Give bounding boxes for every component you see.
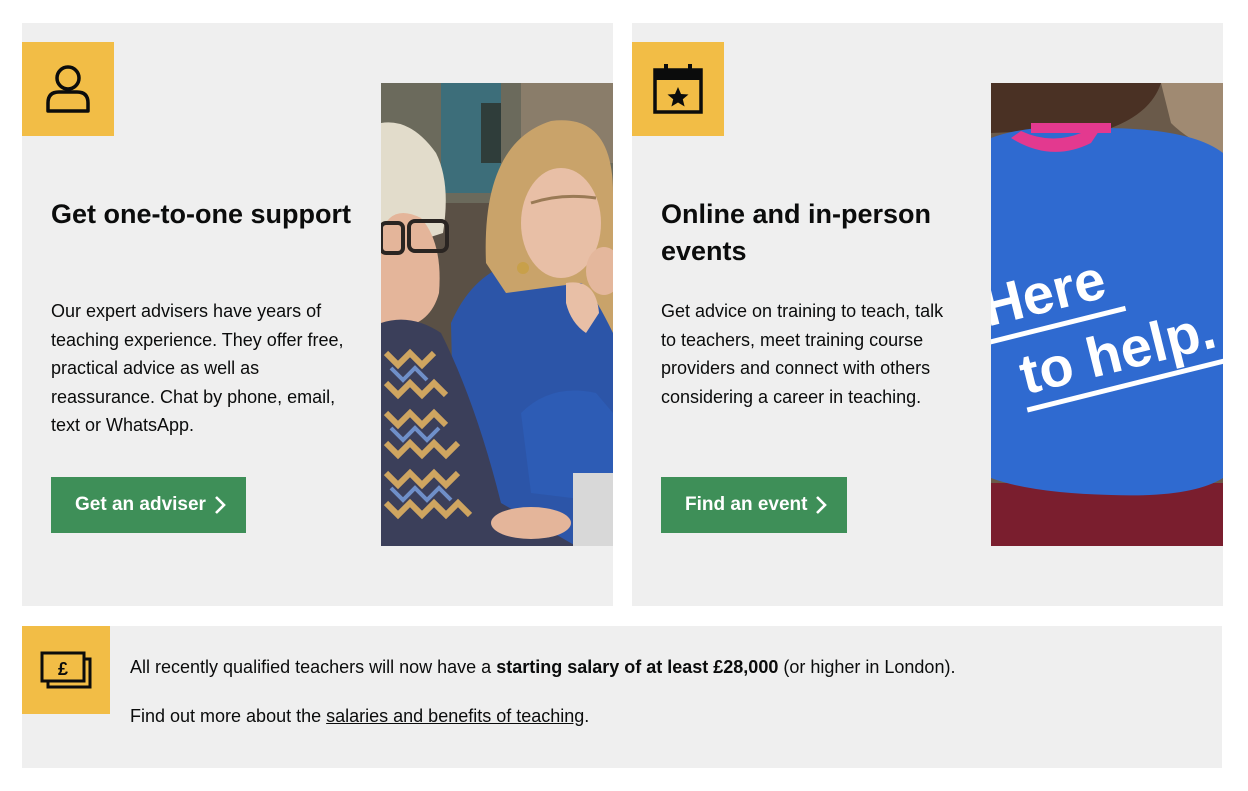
- pound-icon-tile: £: [22, 626, 110, 714]
- find-an-event-button[interactable]: Find an event: [661, 477, 848, 533]
- find-an-event-label: Find an event: [685, 494, 808, 515]
- get-an-adviser-label: Get an adviser: [75, 494, 206, 515]
- events-card: Online and in-person events Get advice o…: [632, 23, 1223, 606]
- chevron-right-icon: [815, 495, 828, 515]
- person-icon: [46, 65, 90, 113]
- salary-text-bold: starting salary of at least £28,000: [496, 657, 779, 677]
- advisers-photo: [381, 83, 613, 546]
- adviser-card-body: Our expert advisers have years of teachi…: [51, 301, 344, 435]
- more-info-text-before: Find out more about the: [130, 706, 327, 726]
- calendar-icon-tile: [632, 42, 724, 136]
- salary-banner: £ All recently qualified teachers will n…: [22, 626, 1222, 768]
- salary-statement: All recently qualified teachers will now…: [130, 655, 955, 679]
- here-to-help-photo: Here to help.: [991, 83, 1223, 546]
- events-card-body: Get advice on training to teach, talk to…: [661, 301, 944, 407]
- calendar-star-icon: [653, 64, 703, 114]
- salary-text-after: (or higher in London).: [778, 657, 956, 677]
- salaries-and-benefits-link[interactable]: salaries and benefits of teaching: [326, 706, 584, 726]
- events-card-title: Online and in-person events: [661, 199, 932, 266]
- get-an-adviser-button[interactable]: Get an adviser: [51, 477, 246, 533]
- salary-more-info: Find out more about the salaries and ben…: [130, 704, 589, 728]
- person-icon-tile: [22, 42, 114, 136]
- pound-symbol: £: [58, 659, 68, 679]
- adviser-card: Get one-to-one support Our expert advise…: [22, 23, 613, 606]
- chevron-right-icon: [214, 495, 226, 515]
- pound-notes-icon: £: [40, 651, 92, 689]
- more-info-text-after: .: [584, 706, 590, 726]
- adviser-card-title: Get one-to-one support: [51, 199, 351, 229]
- salary-text-before: All recently qualified teachers will now…: [130, 657, 497, 677]
